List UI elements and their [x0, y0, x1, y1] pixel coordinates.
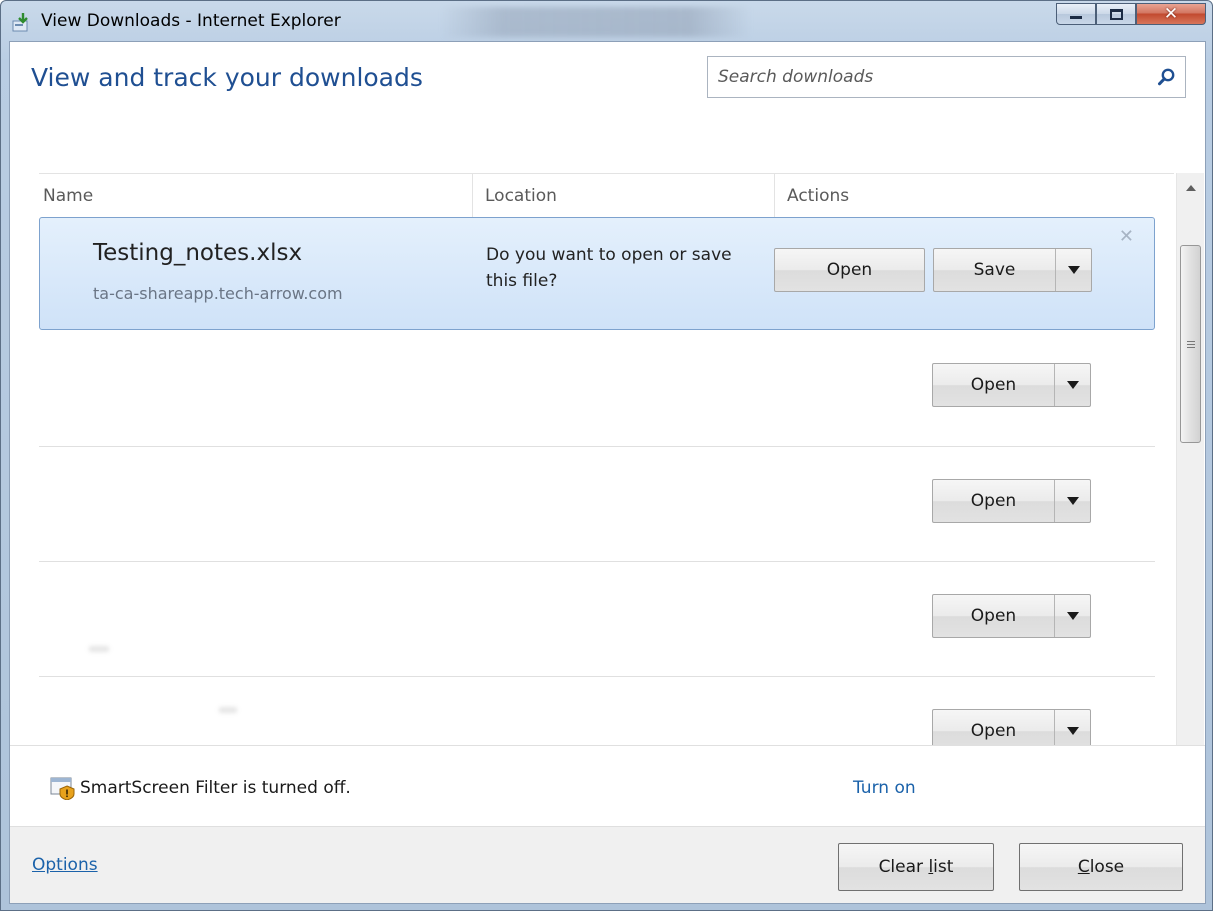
smartscreen-message: SmartScreen Filter is turned off. [80, 778, 351, 798]
close-icon: ✕ [1163, 3, 1179, 24]
dialog-footer: Options Clear list Close [10, 826, 1205, 903]
download-row[interactable]: Open [39, 677, 1155, 745]
redacted-title-area [441, 7, 751, 37]
scroll-up-button[interactable] [1177, 173, 1204, 203]
close-button[interactable]: Close [1019, 843, 1183, 891]
shield-warning-icon [50, 777, 75, 800]
downloads-icon [12, 13, 28, 32]
file-source: ta-ca-shareapp.tech-arrow.com [93, 284, 343, 303]
open-button[interactable]: Open [933, 480, 1054, 522]
open-split-button: Open [932, 479, 1091, 523]
downloads-panel: View and track your downloads Name Locat… [9, 41, 1206, 904]
smartscreen-bar: SmartScreen Filter is turned off. Turn o… [10, 745, 1205, 825]
column-name[interactable]: Name [43, 174, 473, 218]
maximize-icon [1109, 8, 1123, 20]
options-link[interactable]: Options [32, 853, 98, 877]
clear-list-label: Clear list [879, 857, 954, 877]
open-split-button: Open [932, 594, 1091, 638]
close-label: Close [1078, 857, 1124, 877]
column-location[interactable]: Location [472, 174, 774, 218]
download-row[interactable]: Open [39, 447, 1155, 562]
list-scrollbar[interactable] [1176, 173, 1204, 785]
clear-list-label-end: ist [933, 857, 954, 877]
close-accesskey: C [1077, 857, 1090, 877]
scroll-thumb[interactable] [1180, 245, 1201, 443]
open-button[interactable]: Open [933, 710, 1054, 745]
open-button[interactable]: Open [933, 595, 1054, 637]
clear-list-label-start: Clear [878, 857, 929, 877]
column-actions[interactable]: Actions [774, 174, 1174, 218]
file-name: Testing_notes.xlsx [93, 240, 303, 266]
grip-icon [1186, 340, 1195, 348]
chevron-down-icon [1066, 497, 1079, 505]
chevron-down-icon [1066, 727, 1079, 735]
redacted-text [89, 646, 109, 652]
arrow-up-icon [1185, 185, 1196, 191]
open-button[interactable]: Open [774, 248, 925, 292]
open-options-dropdown[interactable] [1054, 364, 1090, 406]
minimize-button[interactable] [1056, 3, 1096, 25]
open-split-button: Open [932, 709, 1091, 745]
window-title: View Downloads - Internet Explorer [41, 11, 341, 31]
open-button[interactable]: Open [933, 364, 1054, 406]
chevron-down-icon [1067, 266, 1080, 274]
clear-list-button[interactable]: Clear list [838, 843, 994, 891]
turn-on-link[interactable]: Turn on [853, 776, 916, 800]
minimize-icon [1070, 15, 1082, 19]
close-label-end: lose [1089, 857, 1125, 877]
list-header: Name Location Actions [39, 173, 1174, 218]
close-window-button[interactable]: ✕ [1136, 3, 1206, 25]
download-prompt: Do you want to open or save this file? [486, 245, 732, 291]
save-options-dropdown[interactable] [1055, 249, 1091, 291]
title-bar[interactable]: View Downloads - Internet Explorer ✕ [1, 1, 1212, 41]
maximize-button[interactable] [1096, 3, 1136, 25]
save-split-button: Save [933, 248, 1092, 292]
ie-downloads-window: View Downloads - Internet Explorer ✕ Vie… [0, 0, 1213, 911]
search-icon[interactable] [1157, 67, 1177, 87]
chevron-down-icon [1066, 612, 1079, 620]
search-box[interactable] [707, 56, 1186, 98]
save-button[interactable]: Save [934, 249, 1055, 291]
dismiss-download-icon[interactable]: ✕ [1119, 228, 1134, 246]
download-row-selected[interactable]: Testing_notes.xlsx ta-ca-shareapp.tech-a… [39, 217, 1155, 330]
redacted-text [219, 707, 237, 713]
caption-buttons: ✕ [1056, 3, 1206, 27]
chevron-down-icon [1066, 381, 1079, 389]
search-input[interactable] [708, 57, 1143, 97]
open-options-dropdown[interactable] [1054, 595, 1090, 637]
download-row[interactable]: Open [39, 330, 1155, 447]
open-options-dropdown[interactable] [1054, 710, 1090, 745]
open-split-button: Open [932, 363, 1091, 407]
page-title: View and track your downloads [31, 63, 423, 92]
open-options-dropdown[interactable] [1054, 480, 1090, 522]
downloads-list: Testing_notes.xlsx ta-ca-shareapp.tech-a… [39, 217, 1155, 745]
download-row[interactable]: Open [39, 562, 1155, 677]
